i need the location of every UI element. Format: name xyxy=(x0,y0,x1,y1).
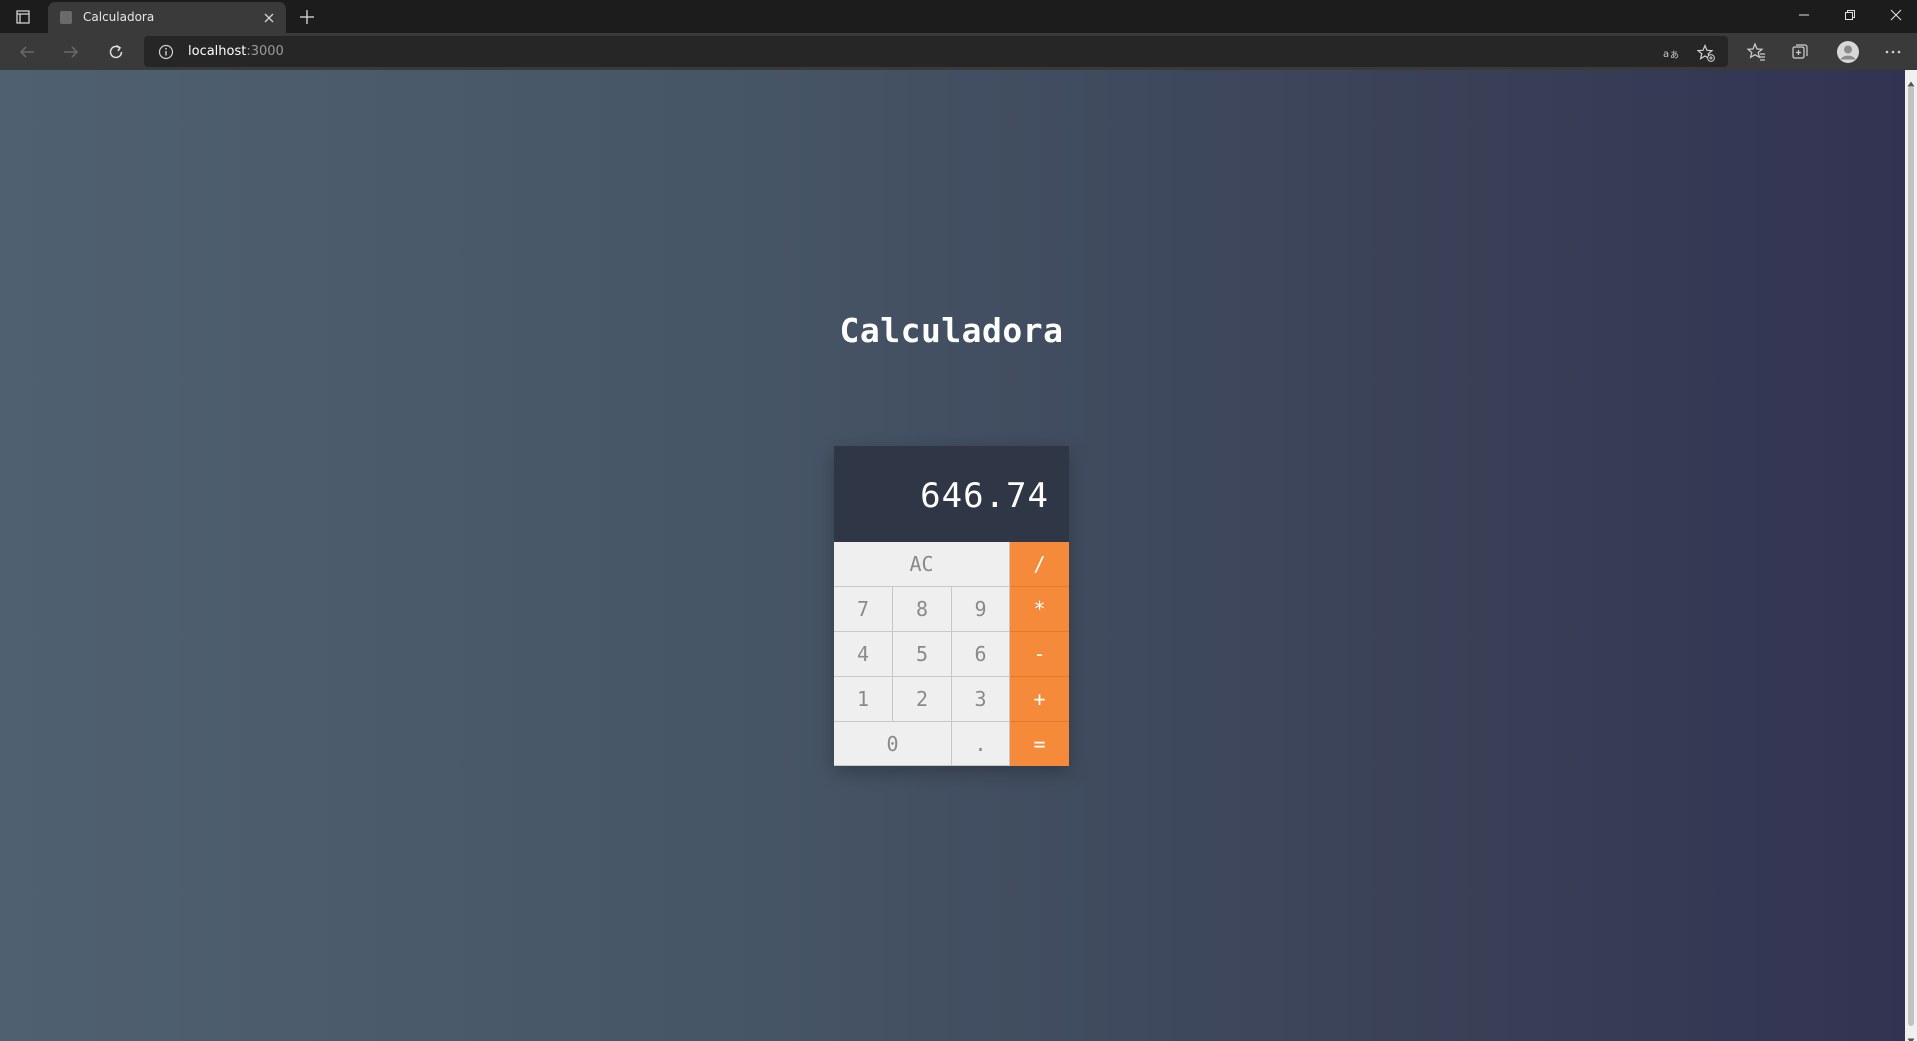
url-port: :3000 xyxy=(246,44,284,59)
more-options-icon[interactable] xyxy=(1883,42,1903,62)
browser-toolbar: localhost:3000 aあ xyxy=(0,33,1917,70)
digit-4-button[interactable]: 4 xyxy=(834,632,893,677)
address-bar[interactable]: localhost:3000 aあ xyxy=(144,36,1728,67)
calculator: 646.74 AC / 7 8 9 * 4 5 6 - 1 2 3 + 0 . … xyxy=(834,446,1069,766)
page-favicon-icon xyxy=(60,11,72,24)
collections-icon[interactable] xyxy=(1790,42,1810,62)
restore-window-icon[interactable] xyxy=(1827,0,1873,30)
subtract-button[interactable]: - xyxy=(1010,632,1069,677)
calculator-display: 646.74 xyxy=(834,446,1069,542)
digit-0-button[interactable]: 0 xyxy=(834,722,952,766)
favorites-icon[interactable] xyxy=(1746,42,1766,62)
vertical-scrollbar[interactable] xyxy=(1905,70,1917,1041)
digit-7-button[interactable]: 7 xyxy=(834,587,893,632)
digit-5-button[interactable]: 5 xyxy=(893,632,952,677)
digit-2-button[interactable]: 2 xyxy=(893,677,952,722)
decimal-button[interactable]: . xyxy=(952,722,1010,766)
svg-text:a: a xyxy=(1663,49,1669,60)
scroll-up-arrow-icon[interactable] xyxy=(1907,73,1915,87)
site-info-icon[interactable] xyxy=(158,44,174,60)
scrollbar-thumb[interactable] xyxy=(1908,86,1914,1026)
equals-button[interactable]: = xyxy=(1010,722,1069,766)
multiply-button[interactable]: * xyxy=(1010,587,1069,632)
minimize-window-icon[interactable] xyxy=(1781,0,1827,30)
page-title: Calculadora xyxy=(839,311,1064,350)
svg-text:あ: あ xyxy=(1670,50,1679,61)
new-tab-icon[interactable] xyxy=(296,6,318,28)
browser-tab[interactable]: Calculadora xyxy=(48,2,286,33)
divide-button[interactable]: / xyxy=(1010,542,1069,587)
digit-3-button[interactable]: 3 xyxy=(952,677,1010,722)
forward-arrow-icon[interactable] xyxy=(60,41,82,63)
refresh-icon[interactable] xyxy=(105,41,127,63)
profile-avatar-icon[interactable] xyxy=(1836,40,1860,64)
translate-icon[interactable]: aあ xyxy=(1662,44,1680,62)
browser-tab-bar: Calculadora xyxy=(0,0,1917,33)
url-host: localhost xyxy=(188,44,247,59)
tab-actions-icon[interactable] xyxy=(12,6,34,28)
digit-1-button[interactable]: 1 xyxy=(834,677,893,722)
tab-title: Calculadora xyxy=(83,10,155,24)
close-tab-icon[interactable] xyxy=(262,10,276,24)
close-window-icon[interactable] xyxy=(1873,0,1917,30)
digit-9-button[interactable]: 9 xyxy=(952,587,1010,632)
digit-6-button[interactable]: 6 xyxy=(952,632,1010,677)
url-text[interactable]: localhost:3000 xyxy=(188,44,284,59)
digit-8-button[interactable]: 8 xyxy=(893,587,952,632)
add-button[interactable]: + xyxy=(1010,677,1069,722)
clear-button[interactable]: AC xyxy=(834,542,1010,587)
scroll-down-arrow-icon[interactable] xyxy=(1907,1030,1915,1041)
back-arrow-icon[interactable] xyxy=(16,41,38,63)
add-favorite-star-icon[interactable] xyxy=(1696,43,1715,62)
